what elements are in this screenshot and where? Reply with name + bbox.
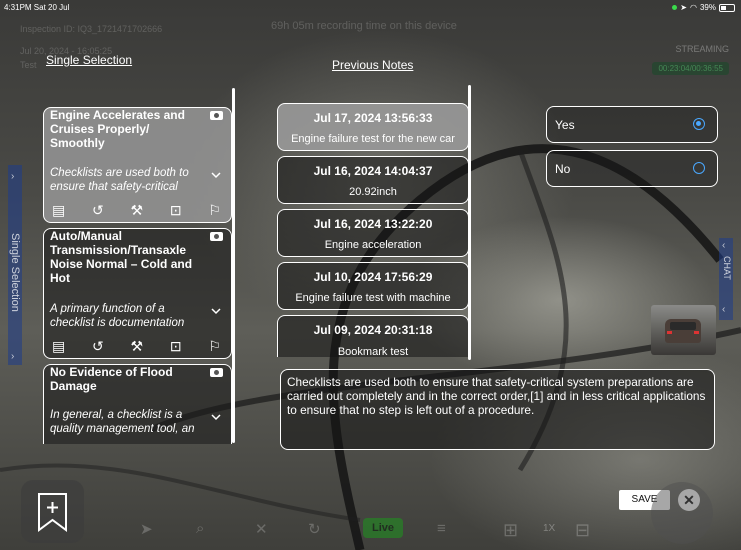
radio-selected-icon[interactable]: [693, 118, 705, 130]
radio-unselected-icon[interactable]: [693, 162, 705, 174]
checklist-item-description: A primary function of a checklist is doc…: [50, 303, 185, 329]
note-date: Jul 16, 2024 14:04:37: [313, 164, 433, 178]
checklist-item[interactable]: Auto/Manual Transmission/Transaxle Noise…: [43, 228, 232, 359]
history-icon[interactable]: ↺: [92, 338, 104, 354]
checklist-item-actions: ▤ ↺ ⚒ ⊡ ⚐: [52, 338, 221, 354]
previous-note[interactable]: Jul 10, 2024 17:56:29 Engine failure tes…: [277, 262, 469, 310]
chevron-down-icon[interactable]: [211, 306, 221, 316]
chevron-down-icon[interactable]: [211, 412, 221, 422]
wifi-icon: ◠: [690, 3, 697, 12]
stream-timer: 00:23:04/00:36:55: [652, 62, 729, 75]
notes-icon[interactable]: ▤: [52, 202, 65, 218]
checklist-item-description: Checklists are used both to ensure that …: [50, 167, 189, 193]
option-label: Yes: [555, 118, 575, 132]
status-time: 4:31PM Sat 20 Jul: [4, 3, 70, 12]
flash-off-icon[interactable]: ✕: [255, 520, 268, 538]
checklist-item-title: Auto/Manual Transmission/Transaxle Noise…: [50, 229, 193, 285]
rotate-icon[interactable]: ↻: [308, 520, 321, 538]
battery-icon: [719, 3, 735, 12]
checklist-item-title: No Evidence of Flood Damage: [50, 365, 173, 393]
note-text: Bookmark test: [337, 346, 409, 357]
record-button[interactable]: [651, 482, 713, 544]
checklist-item-description: In general, a checklist is a quality man…: [50, 409, 195, 435]
option-yes[interactable]: Yes: [546, 106, 718, 143]
add-bookmark-button[interactable]: [21, 480, 84, 543]
previous-note[interactable]: Jul 17, 2024 13:56:33 Engine failure tes…: [277, 103, 469, 151]
note-date: Jul 10, 2024 17:56:29: [313, 270, 433, 284]
single-selection-side-tab[interactable]: › Single Selection ›: [8, 165, 22, 365]
chevron-right-icon: ›: [11, 351, 15, 362]
chevron-right-icon: ›: [11, 171, 15, 182]
note-text: 20.92inch: [349, 186, 397, 198]
status-icons: ➤ ◠ 39%: [672, 3, 735, 12]
note-date: Jul 17, 2024 13:56:33: [313, 111, 433, 125]
previous-note[interactable]: Jul 16, 2024 13:22:20 Engine acceleratio…: [277, 209, 469, 257]
checklist-item[interactable]: Engine Accelerates and Cruises Properly/…: [43, 107, 232, 223]
camera-icon[interactable]: [210, 111, 223, 120]
option-label: No: [555, 162, 571, 176]
chat-side-tab[interactable]: ‹ CHAT ‹: [719, 238, 733, 320]
note-text: Engine failure test for the new car: [291, 133, 455, 145]
note-textarea[interactable]: Checklists are used both to ensure that …: [280, 369, 715, 450]
bookmark-plus-icon: [38, 493, 67, 532]
streaming-label: STREAMING: [675, 44, 729, 54]
chat-tab-label: CHAT: [722, 256, 732, 280]
note-text: Engine acceleration: [324, 239, 422, 251]
checklist-item-title: Engine Accelerates and Cruises Properly/…: [50, 108, 185, 150]
single-selection-header[interactable]: Single Selection: [46, 53, 132, 67]
note-date: Jul 09, 2024 20:31:18: [313, 323, 433, 337]
settings-sliders-icon[interactable]: ≡: [437, 520, 446, 537]
inspection-test-label: Test: [20, 60, 37, 70]
captured-photo-thumbnail[interactable]: [651, 305, 716, 355]
note-date: Jul 16, 2024 13:22:20: [313, 217, 433, 231]
camera-icon[interactable]: [210, 232, 223, 241]
chevron-left-icon: ‹: [722, 240, 726, 251]
zoom-out-icon[interactable]: ⊟: [575, 520, 590, 541]
checklist-item[interactable]: No Evidence of Flood Damage In general, …: [43, 364, 232, 444]
recording-time-remaining: 69h 05m recording time on this device: [271, 20, 457, 32]
image-icon[interactable]: ⊡: [170, 202, 182, 218]
recording-indicator-icon: [672, 5, 678, 10]
history-icon[interactable]: ↺: [92, 202, 104, 218]
checklist-scrollbar[interactable]: [232, 88, 235, 443]
tools-icon[interactable]: ⚒: [131, 202, 144, 218]
search-icon[interactable]: ⌕: [196, 520, 204, 537]
zoom-in-icon[interactable]: ⊞: [503, 520, 518, 541]
status-bar: 4:31PM Sat 20 Jul ➤ ◠ 39%: [4, 3, 735, 15]
checklist-item-actions: ▤ ↺ ⚒ ⊡ ⚐: [52, 202, 221, 218]
location-icon: ➤: [680, 3, 687, 12]
previous-note[interactable]: Jul 16, 2024 14:04:37 20.92inch: [277, 156, 469, 204]
battery-percent: 39%: [699, 3, 716, 12]
chevron-down-icon[interactable]: [211, 170, 221, 180]
inspection-id: Inspection ID: IQ3_1721471702666: [20, 24, 163, 34]
previous-note[interactable]: Jul 09, 2024 20:31:18 Bookmark test: [277, 315, 469, 357]
chevron-left-icon: ‹: [722, 304, 726, 315]
zoom-level: 1X: [543, 523, 556, 534]
side-tab-label: Single Selection: [9, 233, 21, 312]
notes-icon[interactable]: ▤: [52, 338, 65, 354]
flag-icon[interactable]: ⚐: [208, 202, 221, 218]
flag-icon[interactable]: ⚐: [208, 338, 221, 354]
image-icon[interactable]: ⊡: [170, 338, 182, 354]
previous-notes-header[interactable]: Previous Notes: [332, 58, 413, 72]
send-icon[interactable]: ➤: [140, 520, 153, 538]
tools-icon[interactable]: ⚒: [131, 338, 144, 354]
live-button[interactable]: Live: [363, 518, 403, 538]
option-no[interactable]: No: [546, 150, 718, 187]
note-text: Engine failure test with machine: [295, 292, 451, 304]
camera-icon[interactable]: [210, 368, 223, 377]
